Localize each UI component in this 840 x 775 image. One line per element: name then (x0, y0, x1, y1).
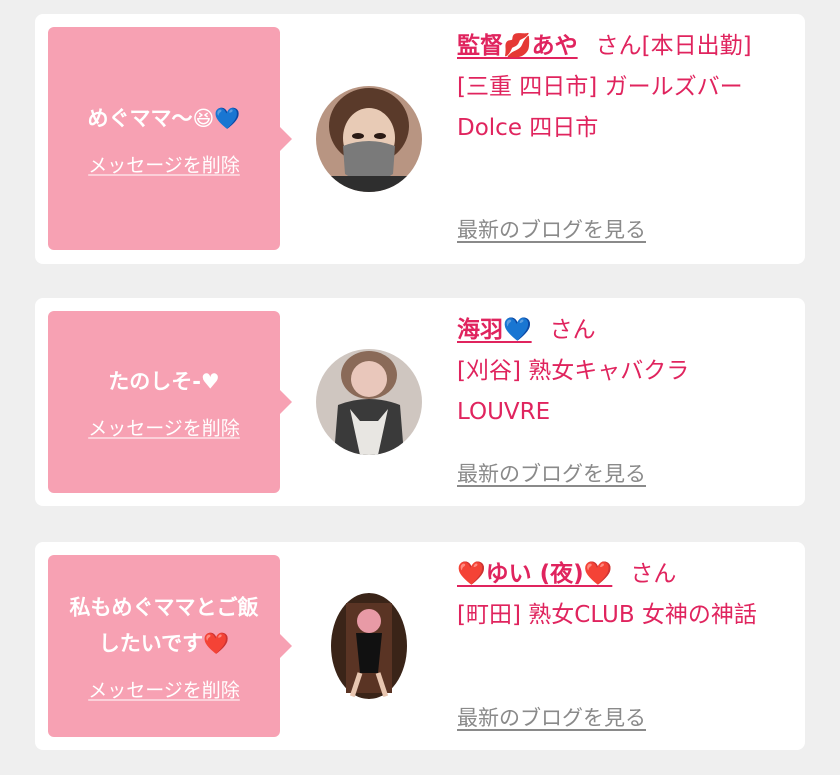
user-name-link[interactable]: 海羽💙 (457, 317, 532, 343)
message-card: たのしそ-♥ メッセージを削除 海羽💙 さん [刈谷] 熟女キャバクラ LOUVR… (35, 298, 805, 506)
message-card: 私もめぐママとご飯したいです❤️ メッセージを削除 ❤️ゆい (夜)❤️ さん [… (35, 542, 805, 750)
user-info: ❤️ゆい (夜)❤️ さん [町田] 熟女CLUB 女神の神話 (457, 554, 787, 636)
avatar[interactable] (316, 593, 422, 699)
message-bubble: たのしそ-♥ メッセージを削除 (48, 311, 292, 493)
message-text: 私もめぐママとご飯したいです❤️ (69, 595, 259, 656)
message-card: めぐママ〜😆💙 メッセージを削除 監督💋あや さん[本日出勤] [三重 四日市] … (35, 14, 805, 264)
delete-message-link[interactable]: メッセージを削除 (88, 150, 240, 177)
honorific: さん (595, 33, 642, 59)
user-name-link[interactable]: 監督💋あや (457, 33, 578, 59)
attendance-status: [本日出勤] (641, 33, 752, 59)
message-bubble: 私もめぐママとご飯したいです❤️ メッセージを削除 (48, 555, 292, 737)
honorific: さん (549, 317, 596, 343)
shop-name[interactable]: [刈谷] 熟女キャバクラ LOUVRE (457, 351, 787, 433)
honorific: さん (630, 561, 677, 587)
user-info: 監督💋あや さん[本日出勤] [三重 四日市] ガールズバー Dolce 四日市 (457, 26, 787, 149)
message-text: たのしそ-♥ (108, 369, 220, 394)
latest-blog-link[interactable]: 最新のブログを見る (457, 702, 646, 732)
latest-blog-link[interactable]: 最新のブログを見る (457, 214, 646, 244)
message-text: めぐママ〜😆💙 (87, 106, 241, 130)
shop-name[interactable]: [三重 四日市] ガールズバー Dolce 四日市 (457, 67, 787, 149)
delete-message-link[interactable]: メッセージを削除 (88, 676, 240, 703)
latest-blog-link[interactable]: 最新のブログを見る (457, 458, 646, 488)
message-bubble: めぐママ〜😆💙 メッセージを削除 (48, 27, 292, 250)
avatar[interactable] (316, 349, 422, 455)
user-info: 海羽💙 さん [刈谷] 熟女キャバクラ LOUVRE (457, 310, 787, 433)
shop-name[interactable]: [町田] 熟女CLUB 女神の神話 (457, 595, 787, 636)
delete-message-link[interactable]: メッセージを削除 (88, 414, 240, 441)
avatar[interactable] (316, 86, 422, 192)
user-name-link[interactable]: ❤️ゆい (夜)❤️ (457, 561, 612, 587)
